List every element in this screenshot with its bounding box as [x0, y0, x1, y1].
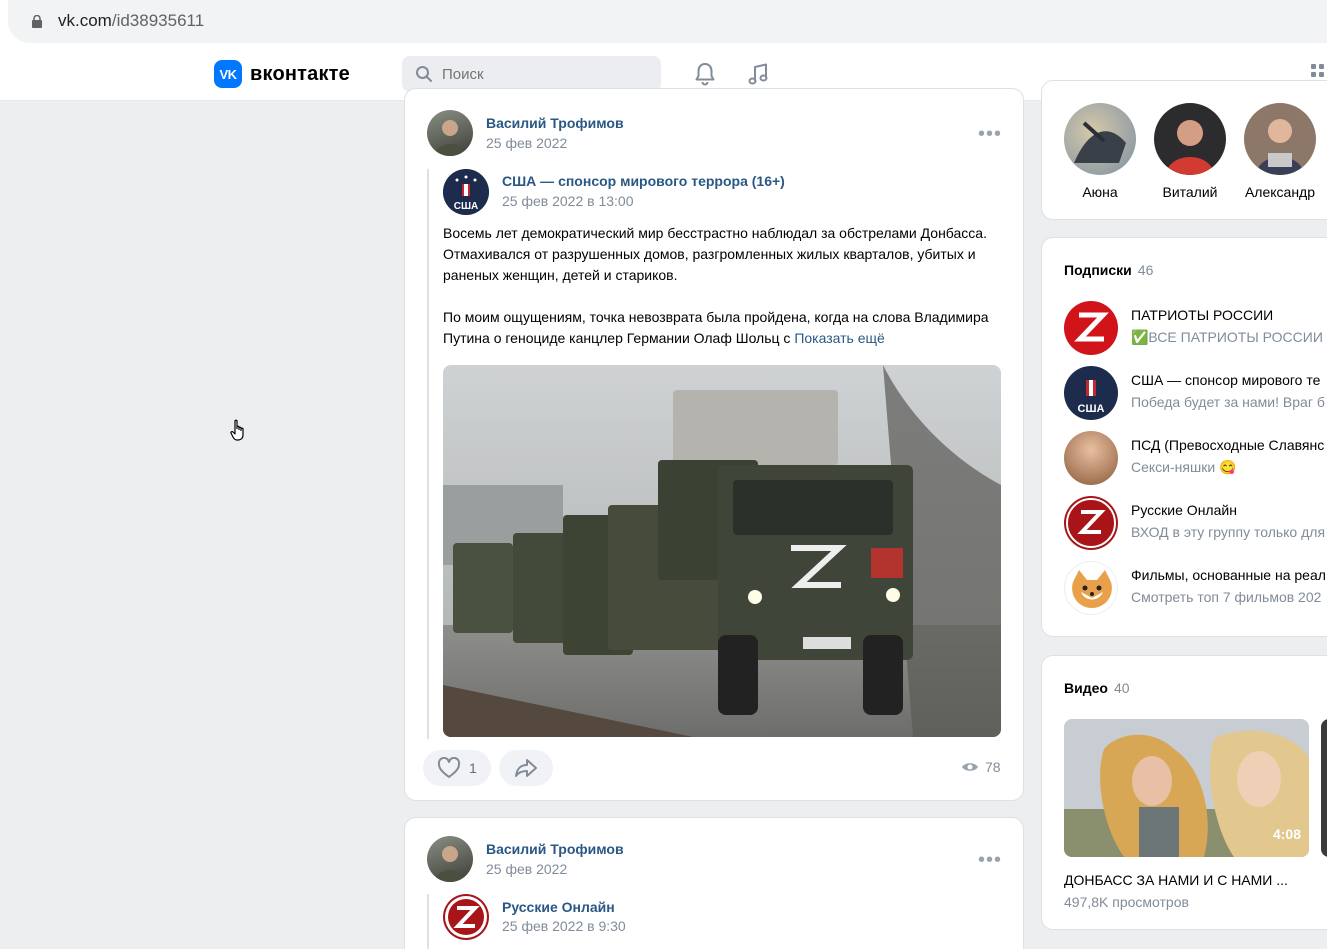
- group-name: Фильмы, основанные на реал: [1131, 567, 1326, 583]
- heart-icon: [437, 757, 461, 778]
- repost-source-avatar[interactable]: США: [443, 169, 489, 215]
- group-name: Русские Онлайн: [1131, 502, 1237, 518]
- search-box[interactable]: [402, 56, 661, 92]
- repost-source-avatar[interactable]: [443, 894, 489, 940]
- subscription-item[interactable]: ПАТРИОТЫ РОССИИ ✅ВСЕ ПАТРИОТЫ РОССИИ С: [1064, 301, 1327, 355]
- like-count: 1: [469, 760, 477, 776]
- videos-block: Видео 40 4:08 ДОНБАСС ЗА НАМИ И С НАМИ ..…: [1041, 655, 1327, 930]
- video-thumbnail[interactable]: 4:08: [1064, 719, 1309, 857]
- more-options-icon[interactable]: •••: [978, 850, 1002, 870]
- author-avatar[interactable]: [427, 836, 473, 882]
- video-title[interactable]: ДОНБАСС ЗА НАМИ И С НАМИ ...: [1064, 872, 1309, 888]
- repost-date[interactable]: 25 фев 2022 в 13:00: [502, 193, 634, 209]
- repost-divider: [427, 169, 429, 739]
- eye-icon: [962, 763, 978, 771]
- search-icon: [416, 66, 432, 82]
- vk-logo[interactable]: VK вконтакте: [214, 60, 350, 88]
- repost-source-name[interactable]: США — спонсор мирового террора (16+): [502, 173, 785, 189]
- videos-header[interactable]: Видео 40: [1064, 680, 1130, 696]
- subscriptions-header[interactable]: Подписки 46: [1064, 262, 1153, 278]
- views-count: 78: [985, 759, 1001, 775]
- group-avatar: [1064, 561, 1118, 615]
- subscription-item[interactable]: США США — спонсор мирового те Победа буд…: [1064, 366, 1327, 420]
- video-item[interactable]: 4:08 ДОНБАСС ЗА НАМИ И С НАМИ ... 497,8K…: [1064, 719, 1309, 910]
- like-button[interactable]: 1: [423, 750, 491, 786]
- repost-date[interactable]: 25 фев 2022 в 9:30: [502, 918, 626, 934]
- friend-avatar: [1244, 103, 1316, 175]
- group-description: Победа будет за нами! Враг б: [1131, 394, 1325, 410]
- svg-text:США: США: [1078, 403, 1105, 415]
- group-name: США — спонсор мирового те: [1131, 372, 1321, 388]
- post-paragraph: Восемь лет демократический мир бесстраст…: [443, 225, 987, 283]
- url-text: vk.com/id38935611: [58, 11, 205, 30]
- post-photo[interactable]: [443, 365, 1001, 737]
- group-avatar: [1064, 431, 1118, 485]
- show-more-link[interactable]: Показать ещё: [794, 330, 885, 346]
- repost-source-name[interactable]: Русские Онлайн: [502, 899, 615, 915]
- group-avatar: [1064, 496, 1118, 550]
- friends-block: Аюна Виталий Александр: [1041, 80, 1327, 220]
- subscription-item[interactable]: ПСД (Превосходные Славянс Секси-няшки 😋: [1064, 431, 1327, 485]
- wall-post: Василий Трофимов 25 фев 2022 ••• США США…: [404, 88, 1024, 801]
- bell-icon[interactable]: [692, 61, 718, 87]
- friend-name: Виталий: [1162, 184, 1218, 200]
- subscription-item[interactable]: Фильмы, основанные на реал Смотреть топ …: [1064, 561, 1327, 615]
- group-description: ВХОД в эту группу только для: [1131, 524, 1326, 540]
- post-text: Восемь лет демократический мир бесстраст…: [443, 223, 993, 349]
- subscriptions-block: Подписки 46 ПАТРИОТЫ РОССИИ ✅ВСЕ ПАТРИОТЫ…: [1041, 237, 1327, 637]
- share-icon: [515, 759, 537, 777]
- friend-item[interactable]: Виталий: [1145, 103, 1235, 200]
- subscription-item[interactable]: Русские Онлайн ВХОД в эту группу только …: [1064, 496, 1327, 550]
- lock-icon: [32, 15, 42, 28]
- music-icon[interactable]: [745, 61, 771, 87]
- friend-avatar: [1154, 103, 1226, 175]
- group-description: ✅ВСЕ ПАТРИОТЫ РОССИИ С: [1131, 329, 1327, 345]
- friend-item[interactable]: Александр: [1235, 103, 1325, 200]
- post-date[interactable]: 25 фев 2022: [486, 861, 567, 877]
- friend-avatar: [1064, 103, 1136, 175]
- post-paragraph: По моим ощущениям, точка невозврата была…: [443, 309, 989, 346]
- group-name: ПАТРИОТЫ РОССИИ: [1131, 307, 1274, 323]
- friend-name: Александр: [1244, 184, 1316, 200]
- repost-divider: [427, 894, 429, 949]
- views-counter: 78: [961, 759, 1001, 775]
- group-description: Секси-няшки 😋: [1131, 459, 1237, 475]
- browser-url-bar: vk.com/id38935611: [0, 0, 1327, 47]
- wall-post: Василий Трофимов 25 фев 2022 ••• Русские…: [404, 817, 1024, 949]
- video-views: 497,8K просмотров: [1064, 894, 1189, 910]
- video-duration: 4:08: [1272, 826, 1301, 842]
- brand-name: вконтакте: [250, 62, 350, 85]
- friend-item[interactable]: Аюна: [1055, 103, 1145, 200]
- hand-cursor-icon: [230, 419, 244, 441]
- author-avatar[interactable]: [427, 110, 473, 156]
- group-avatar: США: [1064, 366, 1118, 420]
- post-author[interactable]: Василий Трофимов: [486, 115, 624, 131]
- post-author[interactable]: Василий Трофимов: [486, 841, 624, 857]
- share-button[interactable]: [499, 750, 553, 786]
- group-avatar: [1064, 301, 1118, 355]
- more-options-icon[interactable]: •••: [978, 124, 1002, 144]
- video-thumbnail-partial[interactable]: [1321, 719, 1327, 857]
- post-date[interactable]: 25 фев 2022: [486, 135, 567, 151]
- group-description: Смотреть топ 7 фильмов 202: [1131, 589, 1322, 605]
- group-name: ПСД (Превосходные Славянс: [1131, 437, 1325, 453]
- friend-name: Аюна: [1082, 184, 1118, 200]
- vk-logo-mark: VK: [214, 60, 242, 88]
- svg-text:США: США: [454, 201, 479, 212]
- address-field[interactable]: vk.com/id38935611: [8, 0, 1327, 43]
- search-input[interactable]: [442, 56, 652, 92]
